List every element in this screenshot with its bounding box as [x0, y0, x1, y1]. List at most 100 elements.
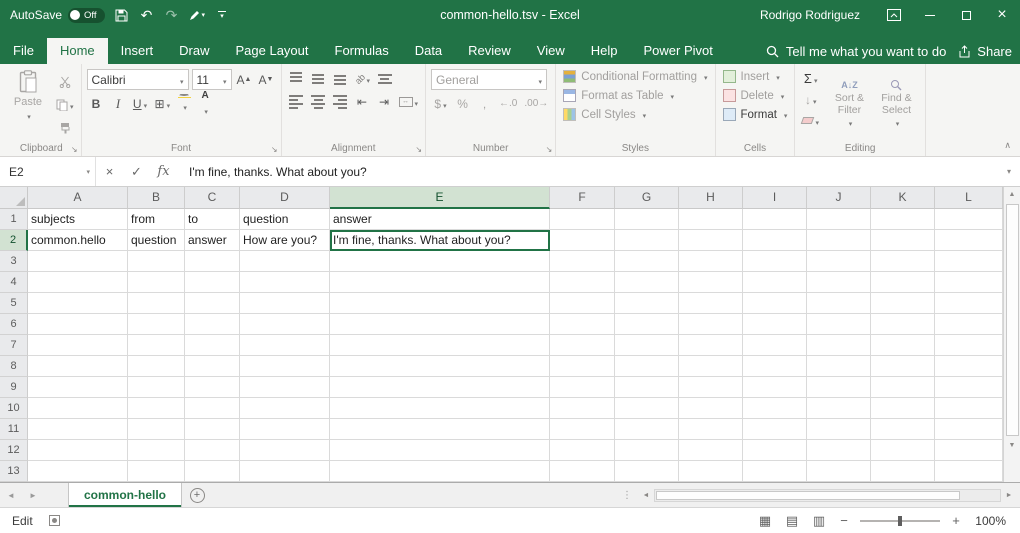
cell-H5[interactable]: [679, 293, 743, 314]
cell-G6[interactable]: [615, 314, 679, 335]
cell-A11[interactable]: [28, 419, 128, 440]
column-header-I[interactable]: I: [743, 187, 807, 209]
cell-D8[interactable]: [240, 356, 330, 377]
find-select-button[interactable]: Find & Select: [873, 67, 920, 140]
cell-F5[interactable]: [550, 293, 615, 314]
cell-K9[interactable]: [871, 377, 935, 398]
cell-F11[interactable]: [550, 419, 615, 440]
cell-I10[interactable]: [743, 398, 807, 419]
align-center-button[interactable]: [309, 92, 328, 111]
row-header-5[interactable]: 5: [0, 293, 28, 314]
cell-E3[interactable]: [330, 251, 550, 272]
align-left-button[interactable]: [287, 92, 306, 111]
cell-C1[interactable]: to: [185, 209, 240, 230]
increase-font-size-button[interactable]: A▲: [235, 70, 254, 89]
row-header-6[interactable]: 6: [0, 314, 28, 335]
row-header-13[interactable]: 13: [0, 461, 28, 482]
cell-G3[interactable]: [615, 251, 679, 272]
sort-filter-button[interactable]: A↓Z Sort & Filter: [826, 67, 873, 140]
cell-C5[interactable]: [185, 293, 240, 314]
cell-B2[interactable]: question: [128, 230, 185, 251]
cell-G12[interactable]: [615, 440, 679, 461]
cell-I3[interactable]: [743, 251, 807, 272]
align-top-button[interactable]: [287, 69, 306, 88]
cell-A10[interactable]: [28, 398, 128, 419]
cell-J7[interactable]: [807, 335, 871, 356]
cell-D2[interactable]: How are you?: [240, 230, 330, 251]
cell-B8[interactable]: [128, 356, 185, 377]
cell-E13[interactable]: [330, 461, 550, 482]
cell-E6[interactable]: [330, 314, 550, 335]
cell-G8[interactable]: [615, 356, 679, 377]
column-header-A[interactable]: A: [28, 187, 128, 209]
number-format-select[interactable]: General: [431, 69, 547, 90]
bold-button[interactable]: B: [87, 94, 106, 113]
cell-F13[interactable]: [550, 461, 615, 482]
decrease-decimal-button[interactable]: .00→: [522, 94, 550, 113]
decrease-indent-button[interactable]: ⇤: [353, 92, 372, 111]
tab-draw[interactable]: Draw: [166, 38, 222, 64]
format-cells-button[interactable]: Format: [721, 105, 790, 124]
minimize-button[interactable]: [912, 0, 948, 30]
cell-L9[interactable]: [935, 377, 1003, 398]
cell-C9[interactable]: [185, 377, 240, 398]
row-header-9[interactable]: 9: [0, 377, 28, 398]
cell-A6[interactable]: [28, 314, 128, 335]
cell-E4[interactable]: [330, 272, 550, 293]
cell-B5[interactable]: [128, 293, 185, 314]
row-header-11[interactable]: 11: [0, 419, 28, 440]
formula-input[interactable]: I'm fine, thanks. What about you?: [177, 165, 998, 179]
cell-L4[interactable]: [935, 272, 1003, 293]
borders-button[interactable]: ⊞: [153, 94, 173, 113]
cell-F2[interactable]: [550, 230, 615, 251]
cell-C7[interactable]: [185, 335, 240, 356]
cell-E1[interactable]: answer: [330, 209, 550, 230]
cell-G7[interactable]: [615, 335, 679, 356]
cell-D5[interactable]: [240, 293, 330, 314]
cell-I12[interactable]: [743, 440, 807, 461]
cell-B9[interactable]: [128, 377, 185, 398]
cell-B1[interactable]: from: [128, 209, 185, 230]
cell-A8[interactable]: [28, 356, 128, 377]
wrap-text-button[interactable]: [375, 69, 394, 88]
cell-J13[interactable]: [807, 461, 871, 482]
share-button[interactable]: Share: [952, 38, 1018, 64]
cell-J10[interactable]: [807, 398, 871, 419]
column-header-K[interactable]: K: [871, 187, 935, 209]
tab-power-pivot[interactable]: Power Pivot: [631, 38, 726, 64]
cell-K10[interactable]: [871, 398, 935, 419]
cell-D1[interactable]: question: [240, 209, 330, 230]
sheet-nav-left-icon[interactable]: ◄: [0, 483, 22, 507]
cell-H4[interactable]: [679, 272, 743, 293]
conditional-formatting-button[interactable]: Conditional Formatting: [561, 67, 709, 86]
row-header-4[interactable]: 4: [0, 272, 28, 293]
format-painter-button[interactable]: [54, 118, 76, 137]
font-dialog-launcher[interactable]: [271, 146, 278, 154]
fill-color-button[interactable]: [175, 94, 193, 113]
cell-C13[interactable]: [185, 461, 240, 482]
cell-D9[interactable]: [240, 377, 330, 398]
cell-I7[interactable]: [743, 335, 807, 356]
zoom-slider-thumb[interactable]: [898, 516, 902, 526]
cell-G1[interactable]: [615, 209, 679, 230]
cell-I1[interactable]: [743, 209, 807, 230]
comma-style-button[interactable]: ,: [475, 94, 494, 113]
insert-cells-button[interactable]: Insert: [721, 67, 790, 86]
font-color-button[interactable]: A: [196, 94, 214, 113]
cell-F8[interactable]: [550, 356, 615, 377]
collapse-ribbon-button[interactable]: ∧: [1004, 140, 1011, 151]
zoom-slider[interactable]: [860, 520, 940, 522]
tab-review[interactable]: Review: [455, 38, 524, 64]
cell-B3[interactable]: [128, 251, 185, 272]
cell-I9[interactable]: [743, 377, 807, 398]
tab-data[interactable]: Data: [402, 38, 455, 64]
horizontal-scroll-thumb[interactable]: [656, 491, 960, 500]
cell-G4[interactable]: [615, 272, 679, 293]
align-bottom-button[interactable]: [331, 69, 350, 88]
sheet-tab-common-hello[interactable]: common-hello: [68, 483, 182, 507]
column-header-L[interactable]: L: [935, 187, 1003, 209]
cancel-button[interactable]: ×: [96, 164, 123, 179]
cell-F4[interactable]: [550, 272, 615, 293]
cell-C11[interactable]: [185, 419, 240, 440]
enter-button[interactable]: ✓: [123, 164, 150, 180]
